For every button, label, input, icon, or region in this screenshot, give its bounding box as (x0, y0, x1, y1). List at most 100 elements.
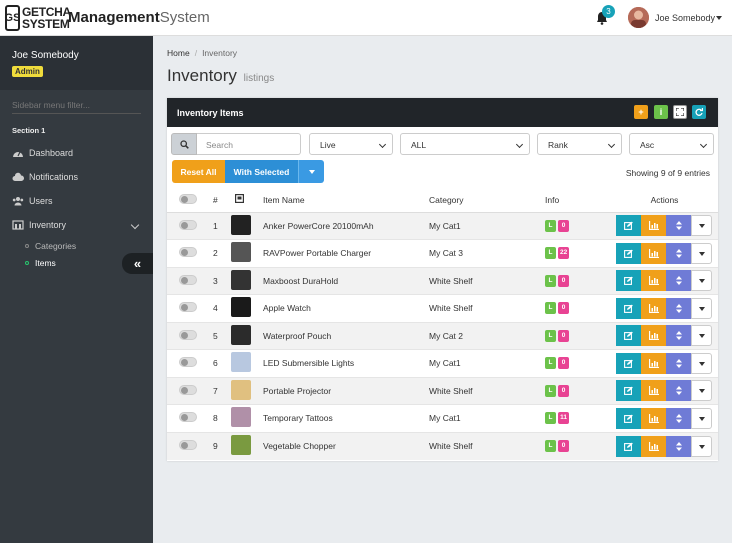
search-input[interactable]: Search (197, 133, 301, 155)
row-select-toggle[interactable] (179, 247, 197, 258)
reorder-button[interactable] (666, 407, 691, 429)
stats-button[interactable] (641, 270, 666, 292)
sidebar-item-users[interactable]: Users (0, 189, 153, 213)
item-name[interactable]: RAVPower Portable Charger (263, 239, 429, 267)
edit-button[interactable] (616, 407, 641, 429)
reorder-button[interactable] (666, 215, 691, 237)
stats-button[interactable] (641, 215, 666, 237)
avatar[interactable] (628, 7, 649, 28)
reorder-button[interactable] (666, 297, 691, 319)
table-row[interactable]: 8 Temporary Tattoos My Cat1 L 11 (167, 404, 718, 432)
item-name[interactable]: Maxboost DuraHold (263, 266, 429, 295)
card-title: Inventory Items (177, 107, 244, 118)
row-actions (616, 215, 712, 237)
live-badge: L (545, 357, 556, 370)
item-name[interactable]: Temporary Tattoos (263, 404, 429, 432)
stats-button[interactable] (641, 297, 666, 319)
row-actions (616, 352, 712, 374)
breadcrumb-home[interactable]: Home (167, 48, 190, 58)
search-icon-button[interactable] (171, 133, 197, 155)
edit-button[interactable] (616, 380, 641, 402)
row-select-toggle[interactable] (179, 219, 197, 230)
select-all-toggle[interactable] (179, 193, 197, 204)
table-row[interactable]: 3 Maxboost DuraHold White Shelf L 0 (167, 266, 718, 295)
sidebar-item-inventory[interactable]: Inventory (0, 213, 153, 237)
row-menu-dropdown[interactable] (691, 325, 712, 347)
row-menu-dropdown[interactable] (691, 270, 712, 292)
row-select-toggle[interactable] (179, 329, 197, 340)
with-selected-button[interactable]: With Selected (225, 160, 298, 183)
stats-button[interactable] (641, 325, 666, 347)
sidebar-item-dashboard[interactable]: Dashboard (0, 141, 153, 165)
refresh-button[interactable] (692, 105, 706, 119)
table-row[interactable]: 7 Portable Projector White Shelf L 0 (167, 376, 718, 405)
item-name[interactable]: Vegetable Chopper (263, 431, 429, 460)
table-row[interactable]: 2 RAVPower Portable Charger My Cat 3 L 22 (167, 239, 718, 267)
reorder-button[interactable] (666, 270, 691, 292)
edit-button[interactable] (616, 215, 641, 237)
chart-icon (648, 221, 659, 231)
row-select-toggle[interactable] (179, 274, 197, 285)
status-select[interactable]: Live (309, 133, 393, 155)
row-menu-dropdown[interactable] (691, 380, 712, 402)
row-select-toggle[interactable] (179, 384, 197, 395)
sidebar-filter-input[interactable]: Sidebar menu filter... (12, 96, 141, 114)
row-menu-dropdown[interactable] (691, 242, 712, 264)
add-button[interactable]: + (634, 105, 648, 119)
table-row[interactable]: 9 Vegetable Chopper White Shelf L 0 (167, 431, 718, 460)
row-menu-dropdown[interactable] (691, 352, 712, 374)
sidebar-subitem-categories[interactable]: Categories (0, 237, 153, 254)
item-name[interactable]: Apple Watch (263, 294, 429, 322)
users-icon (12, 197, 24, 206)
table-row[interactable]: 5 Waterproof Pouch My Cat 2 L0 (167, 321, 718, 350)
chevron-down-icon[interactable] (130, 220, 140, 230)
reorder-button[interactable] (666, 325, 691, 347)
reorder-button[interactable] (666, 435, 691, 457)
stats-button[interactable] (641, 407, 666, 429)
row-select-toggle[interactable] (179, 412, 197, 423)
fullscreen-button[interactable] (673, 105, 687, 119)
item-name[interactable]: LED Submersible Lights (263, 349, 429, 377)
row-menu-dropdown[interactable] (691, 297, 712, 319)
stats-button[interactable] (641, 380, 666, 402)
row-menu-dropdown[interactable] (691, 435, 712, 457)
count-badge: 0 (558, 219, 569, 232)
with-selected-dropdown-toggle[interactable] (298, 160, 324, 183)
item-name[interactable]: Waterproof Pouch (263, 321, 429, 350)
sidebar-item-notifications[interactable]: Notifications (0, 165, 153, 189)
sort-icon (675, 248, 682, 258)
reorder-button[interactable] (666, 380, 691, 402)
category-select[interactable]: ALL (400, 133, 530, 155)
row-select-toggle[interactable] (179, 357, 197, 368)
reorder-button[interactable] (666, 352, 691, 374)
reset-all-button[interactable]: Reset All (172, 160, 225, 183)
edit-button[interactable] (616, 352, 641, 374)
table-row[interactable]: 4 Apple Watch White Shelf L 0 (167, 294, 718, 322)
row-menu-dropdown[interactable] (691, 215, 712, 237)
edit-icon (624, 249, 633, 258)
chevron-down-icon[interactable] (716, 16, 722, 20)
edit-button[interactable] (616, 270, 641, 292)
item-name[interactable]: Portable Projector (263, 376, 429, 405)
user-menu[interactable]: Joe Somebody (655, 13, 715, 23)
edit-button[interactable] (616, 297, 641, 319)
stats-button[interactable] (641, 352, 666, 374)
row-select-toggle[interactable] (179, 302, 197, 313)
sort-select[interactable]: Rank (537, 133, 622, 155)
row-select-toggle[interactable] (179, 440, 197, 450)
table-row[interactable]: 1 Anker PowerCore 20100mAh My Cat1 L 0 (167, 211, 718, 240)
row-menu-dropdown[interactable] (691, 407, 712, 429)
order-select[interactable]: Asc (629, 133, 714, 155)
item-name[interactable]: Anker PowerCore 20100mAh (263, 211, 429, 240)
edit-button[interactable] (616, 435, 641, 457)
info-button[interactable]: i (654, 105, 668, 119)
table-row[interactable]: 6 LED Submersible Lights My Cat1 L 0 (167, 349, 718, 377)
sidebar-collapse-button[interactable]: « (122, 253, 153, 274)
stats-button[interactable] (641, 435, 666, 457)
logo[interactable]: GS GETCHA SYSTEM (5, 4, 71, 32)
stats-button[interactable] (641, 242, 666, 264)
edit-button[interactable] (616, 325, 641, 347)
item-category: White Shelf (429, 376, 529, 405)
edit-button[interactable] (616, 242, 641, 264)
reorder-button[interactable] (666, 242, 691, 264)
